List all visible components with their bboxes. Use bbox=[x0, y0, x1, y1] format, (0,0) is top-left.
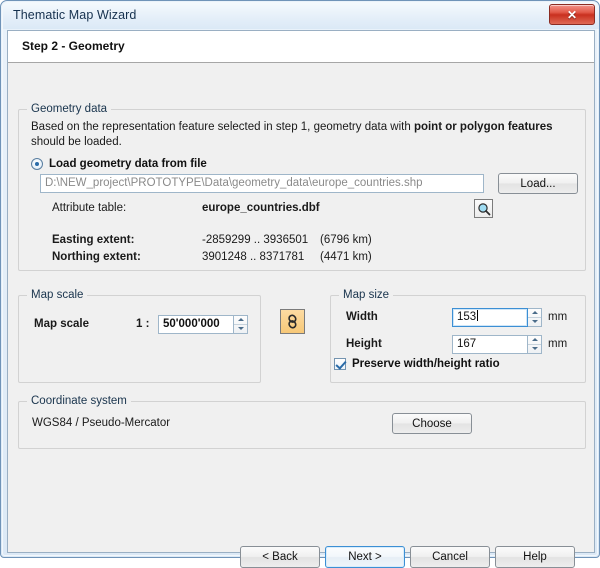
help-button[interactable]: Help bbox=[495, 546, 575, 568]
map-scale-group-title: Map scale bbox=[27, 289, 88, 301]
map-height-unit: mm bbox=[548, 338, 568, 350]
description-text-1: Based on the representation feature sele… bbox=[31, 121, 414, 133]
close-icon: ✕ bbox=[566, 7, 578, 22]
chevron-down-icon bbox=[531, 320, 538, 324]
attribute-table-label: Attribute table: bbox=[52, 202, 127, 214]
description-text-bold: point or polygon features bbox=[413, 121, 553, 133]
cancel-button[interactable]: Cancel bbox=[410, 546, 490, 568]
map-height-stepper[interactable] bbox=[528, 335, 542, 354]
wizard-window: Thematic Map Wizard ✕ Step 2 - Geometry … bbox=[0, 0, 600, 568]
map-width-stepper-up[interactable] bbox=[528, 309, 541, 318]
title-bar: Thematic Map Wizard ✕ bbox=[3, 3, 599, 29]
checkbox-indicator-icon bbox=[334, 358, 346, 370]
chain-link-button[interactable] bbox=[280, 309, 305, 334]
load-from-file-label: Load geometry data from file bbox=[49, 158, 207, 170]
step-header: Step 2 - Geometry bbox=[8, 31, 594, 63]
map-scale-stepper[interactable] bbox=[234, 315, 248, 334]
chevron-up-icon bbox=[531, 338, 538, 342]
load-from-file-radio[interactable]: Load geometry data from file bbox=[31, 158, 207, 170]
map-scale-input[interactable]: 50'000'000 bbox=[158, 315, 234, 334]
map-scale-ratio-prefix: 1 : bbox=[136, 318, 150, 330]
easting-extent-span: (6796 km) bbox=[320, 234, 372, 246]
northing-extent-label: Northing extent: bbox=[52, 251, 141, 263]
map-size-group-title: Map size bbox=[339, 289, 394, 301]
window-title: Thematic Map Wizard bbox=[13, 8, 137, 22]
close-button[interactable]: ✕ bbox=[549, 4, 595, 25]
northing-extent-span: (4471 km) bbox=[320, 251, 372, 263]
chevron-up-icon bbox=[237, 318, 244, 322]
page-title: Step 2 - Geometry bbox=[22, 39, 125, 53]
dialog-client-area: Step 2 - Geometry Geometry data Based on… bbox=[7, 30, 595, 568]
preserve-ratio-checkbox[interactable]: Preserve width/height ratio bbox=[334, 358, 500, 370]
map-scale-stepper-down[interactable] bbox=[234, 325, 247, 334]
coordinate-system-value: WGS84 / Pseudo-Mercator bbox=[32, 417, 171, 429]
easting-extent-value: -2859299 .. 3936501 bbox=[202, 234, 309, 246]
map-height-label: Height bbox=[346, 338, 382, 350]
search-icon bbox=[477, 202, 490, 215]
geometry-file-path-input[interactable]: D:\NEW_project\PROTOTYPE\Data\geometry_d… bbox=[40, 174, 484, 193]
choose-button[interactable]: Choose bbox=[392, 413, 472, 434]
geometry-description: Based on the representation feature sele… bbox=[31, 120, 571, 150]
map-width-input[interactable]: 153 bbox=[452, 308, 528, 327]
map-height-stepper-up[interactable] bbox=[528, 336, 541, 345]
geometry-data-group-title: Geometry data bbox=[27, 103, 112, 115]
text-caret bbox=[477, 310, 479, 321]
map-height-stepper-down[interactable] bbox=[528, 345, 541, 354]
chevron-down-icon bbox=[531, 347, 538, 351]
easting-extent-label: Easting extent: bbox=[52, 234, 135, 246]
map-scale-group: Map scale bbox=[18, 289, 261, 383]
back-button[interactable]: < Back bbox=[240, 546, 320, 568]
map-width-unit: mm bbox=[548, 311, 568, 323]
radio-indicator-icon bbox=[31, 158, 43, 170]
search-icon-button[interactable] bbox=[474, 199, 493, 218]
map-width-label: Width bbox=[346, 311, 378, 323]
chain-link-icon bbox=[288, 314, 297, 329]
map-width-value: 153 bbox=[457, 311, 477, 323]
coordinate-system-group-title: Coordinate system bbox=[27, 395, 131, 407]
map-scale-label: Map scale bbox=[34, 318, 89, 330]
map-scale-stepper-up[interactable] bbox=[234, 316, 247, 325]
load-button[interactable]: Load... bbox=[498, 173, 578, 194]
next-button[interactable]: Next > bbox=[325, 546, 405, 568]
preserve-ratio-label: Preserve width/height ratio bbox=[352, 358, 500, 370]
description-text-2: should be loaded. bbox=[31, 136, 122, 148]
northing-extent-value: 3901248 .. 8371781 bbox=[202, 251, 305, 263]
map-width-stepper-down[interactable] bbox=[528, 318, 541, 327]
map-width-stepper[interactable] bbox=[528, 308, 542, 327]
chevron-up-icon bbox=[531, 311, 538, 315]
chevron-down-icon bbox=[237, 327, 244, 331]
map-height-input[interactable]: 167 bbox=[452, 335, 528, 354]
attribute-table-value: europe_countries.dbf bbox=[202, 202, 320, 214]
